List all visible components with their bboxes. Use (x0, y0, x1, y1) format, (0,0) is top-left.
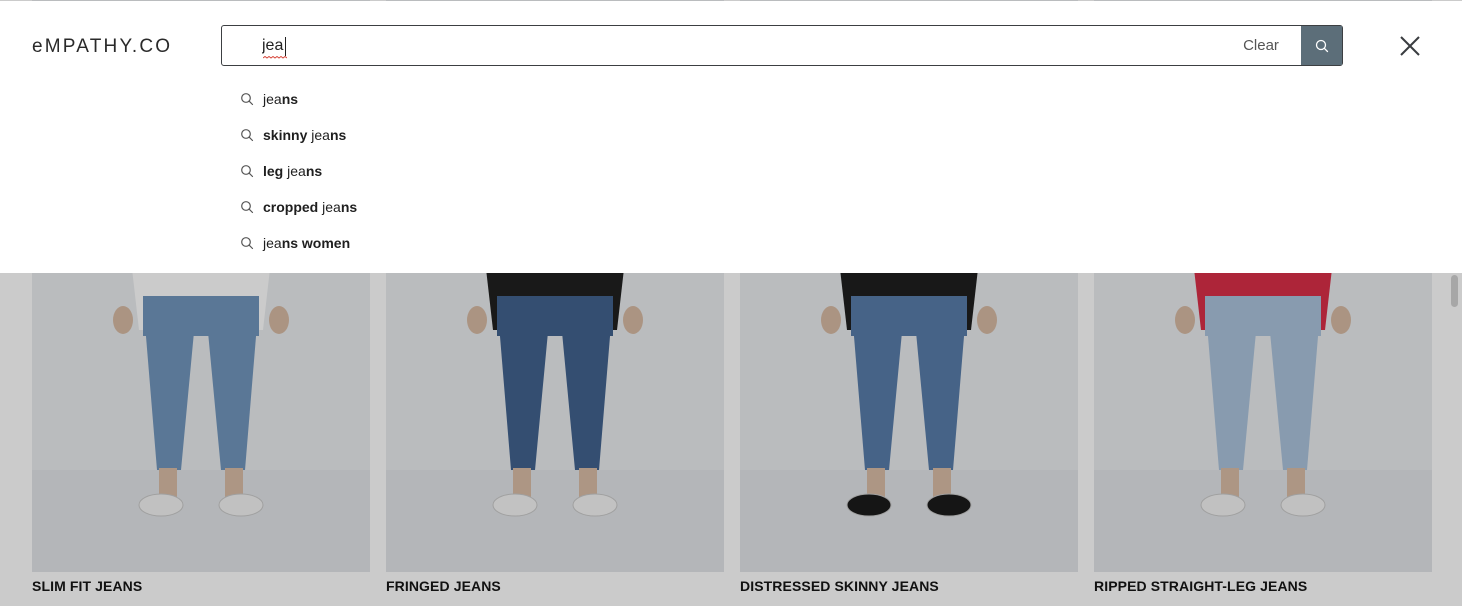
search-icon (240, 92, 254, 106)
text-caret (285, 37, 286, 56)
search-icon (240, 236, 254, 250)
close-icon (1400, 36, 1420, 56)
spellcheck-underline (263, 56, 287, 59)
search-input[interactable] (262, 36, 1202, 56)
suggestion-item[interactable]: jeans women (240, 231, 640, 255)
suggestion-item[interactable]: jeans (240, 87, 640, 111)
search-icon (240, 128, 254, 142)
suggestion-item[interactable]: leg jeans (240, 159, 640, 183)
search-button[interactable] (1301, 26, 1342, 65)
suggestion-label: jeans women (263, 235, 351, 251)
suggestion-label: jeans (263, 91, 299, 107)
scrollbar-thumb[interactable] (1451, 275, 1458, 307)
search-box (221, 25, 1343, 66)
suggestion-item[interactable]: skinny jeans (240, 123, 640, 147)
suggestion-label: skinny jeans (263, 127, 347, 143)
search-icon (240, 200, 254, 214)
brand-logo[interactable]: eMPATHY.CO (32, 36, 172, 58)
suggestion-label: cropped jeans (263, 199, 358, 215)
search-icon (240, 164, 254, 178)
clear-button[interactable]: Clear (1225, 26, 1297, 65)
search-icon (1315, 39, 1328, 52)
close-button[interactable] (1396, 32, 1424, 60)
suggestion-label: leg jeans (263, 163, 323, 179)
search-header-panel: eMPATHY.CO Clear jeans skinny jeans (0, 1, 1462, 273)
suggestion-item[interactable]: cropped jeans (240, 195, 640, 219)
